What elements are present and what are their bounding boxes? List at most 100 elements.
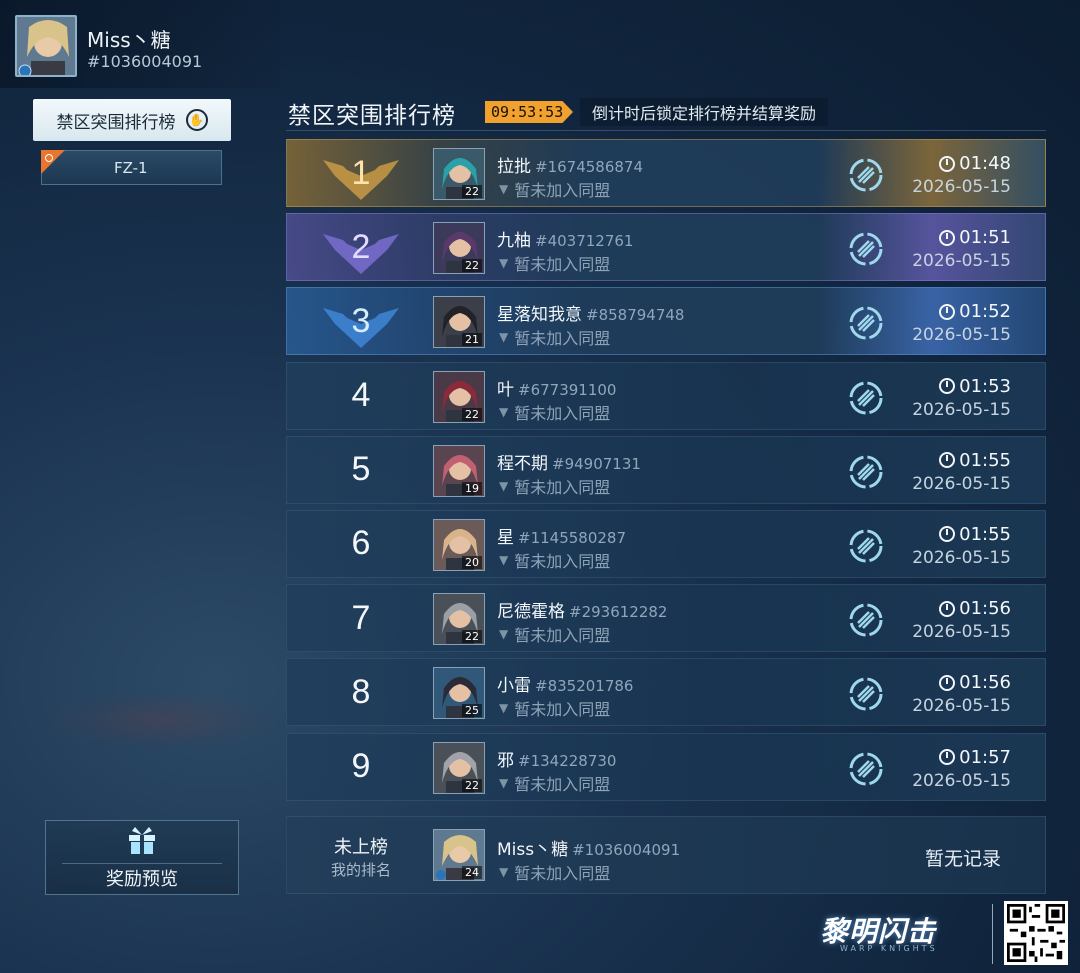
player-avatar[interactable]: 25 <box>433 667 485 720</box>
player-level: 19 <box>462 481 482 495</box>
player-level: 20 <box>462 555 482 569</box>
corner-badge <box>41 150 65 174</box>
alliance-icon: ▼ <box>499 627 509 642</box>
hand-icon: ✋ <box>185 109 208 131</box>
leaderboard-row-9[interactable]: 9 22 邪 #134228730 ▼ 暂未加入同盟 01:57 2026-05-… <box>286 732 1046 801</box>
alliance-status: 暂未加入同盟 <box>514 181 611 200</box>
alliance-status: 暂未加入同盟 <box>514 626 611 646</box>
player-name: 九柚 <box>497 231 531 252</box>
mode-emblem-icon <box>849 381 883 415</box>
player-id: #134228730 <box>518 751 617 770</box>
player-level: 21 <box>462 333 482 347</box>
player-profile: Miss丶糖 #1036004091 <box>0 0 280 88</box>
player-name: 叶 <box>497 379 514 400</box>
clear-date: 2026-05-15 <box>912 547 1011 568</box>
clear-date: 2026-05-15 <box>912 399 1011 420</box>
leaderboard-row-5[interactable]: 5 19 程不期 #94907131 ▼ 暂未加入同盟 01:55 2026-05… <box>286 435 1046 504</box>
tab-fz-1[interactable]: FZ-1 <box>41 150 222 185</box>
rank-number: 4 <box>351 376 371 415</box>
qr-code <box>1004 901 1068 965</box>
leaderboard-row-7[interactable]: 7 22 尼德霍格 #293612282 ▼ 暂未加入同盟 01:56 2026-… <box>286 584 1046 653</box>
leaderboard-row-3[interactable]: 3 21 星落知我意 #858794748 ▼ 暂未加入同盟 01:52 2026… <box>286 287 1046 356</box>
rank-cell: 1 <box>287 140 435 206</box>
clock-icon <box>939 526 956 543</box>
clear-time: 01:53 <box>959 375 1011 397</box>
player-avatar[interactable]: 19 <box>433 444 485 497</box>
rank-cell: 9 <box>287 734 435 800</box>
player-id: #835201786 <box>535 677 634 696</box>
player-level: 22 <box>462 778 482 792</box>
clear-date: 2026-05-15 <box>912 251 1011 272</box>
mode-emblem-icon <box>849 603 883 637</box>
clock-icon <box>939 749 956 765</box>
player-avatar[interactable]: 21 <box>433 296 485 349</box>
player-avatar[interactable] <box>15 15 77 77</box>
leaderboard-row-4[interactable]: 4 22 叶 #677391100 ▼ 暂未加入同盟 01:53 2026-05-… <box>286 361 1046 430</box>
player-id: #1036004091 <box>87 52 203 71</box>
player-level: 25 <box>462 704 482 718</box>
leaderboard-row-6[interactable]: 6 20 星 #1145580287 ▼ 暂未加入同盟 01:55 2026-05… <box>286 509 1046 578</box>
rank-number: 8 <box>351 672 371 711</box>
my-name: Miss丶糖 <box>497 840 569 860</box>
player-avatar[interactable]: 20 <box>433 518 485 571</box>
clear-time: 01:56 <box>959 598 1011 620</box>
alliance-icon: ▼ <box>499 404 509 419</box>
player-level: 22 <box>462 185 482 198</box>
tab-restricted-zone-leaderboard[interactable]: 禁区突围排行榜 ✋ <box>33 99 231 141</box>
player-avatar[interactable]: 22 <box>433 741 485 794</box>
my-level: 24 <box>462 866 482 879</box>
clear-date: 2026-05-15 <box>912 325 1011 346</box>
player-avatar[interactable]: 22 <box>433 370 485 423</box>
mode-emblem-icon <box>849 306 883 340</box>
player-name: 尼德霍格 <box>497 602 565 623</box>
rank-number: 2 <box>351 227 371 266</box>
alliance-status: 暂未加入同盟 <box>514 329 611 349</box>
player-id: #1145580287 <box>518 528 627 547</box>
player-id: #677391100 <box>518 380 617 399</box>
rank-number: 7 <box>351 598 371 637</box>
player-avatar[interactable]: 22 <box>433 593 485 646</box>
player-name: 邪 <box>497 750 514 771</box>
clear-time: 01:51 <box>959 227 1011 249</box>
alliance-icon: ▼ <box>499 701 509 716</box>
alliance-status: 暂未加入同盟 <box>514 774 611 794</box>
clock-icon <box>939 378 956 395</box>
gift-icon <box>129 826 155 854</box>
timer-icon <box>45 154 53 162</box>
player-avatar[interactable]: 22 <box>433 148 485 200</box>
rank-number: 1 <box>351 153 371 192</box>
player-avatar[interactable]: 22 <box>433 222 485 275</box>
clear-time: 01:56 <box>959 672 1011 694</box>
clear-date: 2026-05-15 <box>912 770 1011 791</box>
alliance-status: 暂未加入同盟 <box>514 477 611 497</box>
game-logo-subtitle: WARP KNIGHTS <box>840 944 938 953</box>
rank-cell: 5 <box>287 437 435 503</box>
my-rank-status: 未上榜 <box>334 837 388 858</box>
clock-icon <box>939 674 956 691</box>
player-level: 22 <box>462 630 482 644</box>
tab-fz-1-label: FZ-1 <box>114 158 148 177</box>
no-record-text: 暂无记录 <box>924 848 1001 870</box>
rank-cell: 7 <box>287 585 435 651</box>
player-name: 拉批 <box>497 157 531 177</box>
player-name: 小雷 <box>497 676 531 697</box>
leaderboard-row-8[interactable]: 8 25 小雷 #835201786 ▼ 暂未加入同盟 01:56 2026-05… <box>286 658 1046 727</box>
alliance-icon: ▼ <box>499 552 509 567</box>
my-avatar[interactable]: 24 <box>433 829 485 881</box>
leaderboard-row-2[interactable]: 2 22 九柚 #403712761 ▼ 暂未加入同盟 01:51 2026-05… <box>286 213 1046 282</box>
mode-emblem-icon <box>849 677 883 711</box>
leaderboard-row-1[interactable]: 1 22 拉批 #1674586874 ▼ 暂未加入同盟 01:48 2026-0… <box>286 139 1046 207</box>
clear-time: 01:57 <box>959 746 1011 768</box>
mode-emblem-icon <box>849 455 883 489</box>
tab-label: 禁区突围排行榜 <box>56 112 176 133</box>
clock-icon <box>939 229 956 246</box>
mode-emblem-icon <box>849 232 883 266</box>
clock-icon <box>939 303 956 320</box>
player-id: #858794748 <box>586 306 685 325</box>
rank-number: 6 <box>351 524 371 563</box>
mode-emblem-icon <box>849 752 883 785</box>
rank-number: 3 <box>351 301 371 340</box>
alliance-icon: ▼ <box>499 865 509 879</box>
reward-preview-button[interactable]: 奖励预览 <box>45 820 239 895</box>
rank-cell: 4 <box>287 363 435 429</box>
